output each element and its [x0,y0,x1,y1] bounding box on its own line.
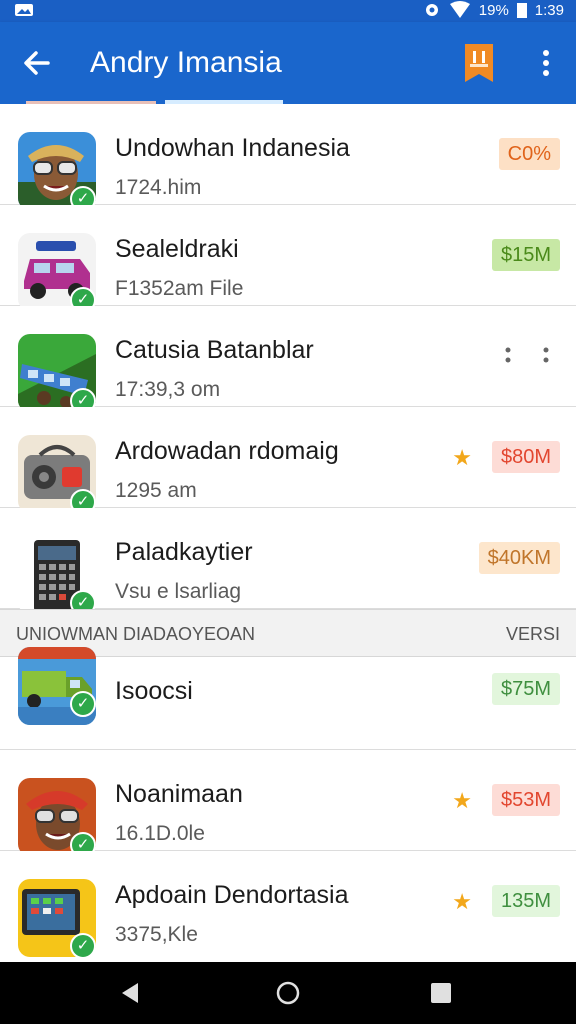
app-icon: ✓ [18,435,96,515]
list-item[interactable]: ✓ Catusia Batanblar 17:39,3 om [0,306,576,414]
image-notification-icon [15,4,33,16]
arrow-left-icon[interactable] [18,44,56,82]
price-badge: $80M [491,441,560,473]
app-icon: ✓ [18,536,96,616]
more-vert-icon[interactable] [534,44,558,82]
app-meta: 1724.him [115,176,202,199]
nav-back-icon[interactable] [116,978,146,1008]
bookmark-icon[interactable] [462,42,496,84]
list-item[interactable]: ✓ Isoocsi $75M [0,647,576,750]
app-name: Undowhan Indanesia [115,134,350,162]
clock: 1:39 [534,1,564,19]
installed-check-icon: ✓ [70,691,96,717]
app-meta: Vsu e lsarliag [115,580,242,603]
list-item[interactable]: ✓ Sealeldraki F1352am File $15M [0,205,576,313]
price-badge: $75M [491,673,560,705]
app-toolbar: Andry Imansia [0,22,576,104]
app-icon: ✓ [18,334,96,414]
app-meta: F1352am File [115,277,244,300]
app-icon: ✓ [18,233,96,313]
list-item[interactable]: ✓ Noanimaan 16.1D.0le ★ $53M [0,750,576,858]
list-item[interactable]: ✓ Paladkaytier Vsu e lsarliag $40KM [0,508,576,616]
app-name: Catusia Batanblar [115,336,314,364]
list-item[interactable]: ✓ Undowhan Indanesia 1724.him C0% [0,104,576,212]
star-icon: ★ [452,445,472,470]
battery-percent: 19% [478,1,509,19]
battery-icon [516,3,527,18]
overflow-menu-icon[interactable] [500,344,552,368]
app-name: Ardowadan rdomaig [115,437,339,465]
app-icon: ✓ [18,778,96,858]
status-bar: 19% 1:39 [0,0,576,22]
app-meta: 16.1D.0le [115,822,205,845]
app-icon: ✓ [18,879,96,959]
star-icon: ★ [452,788,472,813]
app-meta: 17:39,3 om [115,378,221,401]
settings-status-icon [425,4,438,16]
price-badge: $40KM [478,542,560,574]
app-name: Isoocsi [115,677,193,705]
installed-check-icon: ✓ [70,933,96,959]
app-list: ✓ Undowhan Indanesia 1724.him C0% ✓ Seal… [0,104,576,959]
star-icon: ★ [452,889,472,914]
nav-home-icon[interactable] [273,978,303,1008]
app-meta: 3375,Kle [115,923,198,946]
section-title: UNIOWMAN DIADAOYEOAN [16,624,256,644]
app-name: Paladkaytier [115,538,253,566]
app-name: Apdoain Dendortasia [115,881,349,909]
app-name: Sealeldraki [115,235,239,263]
app-icon: ✓ [18,132,96,212]
price-badge: 135M [491,885,560,917]
app-name: Noanimaan [115,780,243,808]
price-badge: C0% [498,138,560,170]
price-badge: $53M [491,784,560,816]
app-icon: ✓ [18,647,96,725]
nav-recents-icon[interactable] [426,978,456,1008]
price-badge: $15M [491,239,560,271]
app-meta: 1295 am [115,479,197,502]
wifi-icon [449,1,470,18]
list-item[interactable]: ✓ Ardowadan rdomaig 1295 am ★ $80M [0,407,576,515]
list-item[interactable]: ✓ Apdoain Dendortasia 3375,Kle ★ 135M [0,851,576,959]
section-column-label: VERSI [505,624,560,644]
system-nav-bar [0,962,576,1024]
page-title: Andry Imansia [90,46,282,79]
